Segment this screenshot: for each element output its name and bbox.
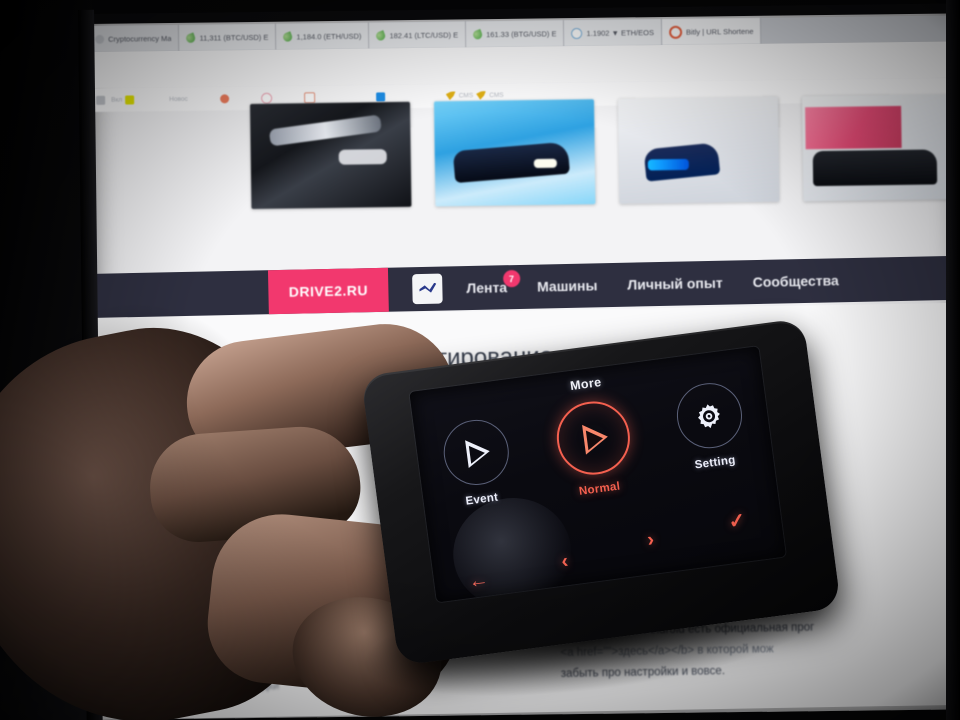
gear-icon bbox=[692, 399, 726, 433]
tab-title: 1,184.0 (ETH/USD) bbox=[296, 31, 362, 41]
dashcam-device[interactable]: More Event Normal Setting ← ‹ › ✓ bbox=[360, 318, 842, 666]
nav-link-lenta[interactable]: Лента 7 bbox=[466, 269, 521, 297]
bookmark-item[interactable] bbox=[125, 94, 137, 105]
browser-tab[interactable]: 1.1902 ▼ ETH/EOS bbox=[564, 18, 663, 47]
notification-badge: 7 bbox=[502, 269, 521, 288]
mode-label: Event bbox=[464, 491, 500, 508]
nav-link-label: Лента bbox=[466, 279, 508, 297]
tab-favicon-icon bbox=[282, 30, 294, 43]
nav-link-label: Сообщества bbox=[752, 272, 839, 291]
bookmark-item[interactable]: CMS bbox=[446, 91, 474, 100]
bookmark-icon bbox=[303, 91, 315, 103]
nav-link-label: Машины bbox=[536, 277, 598, 295]
nav-link-soobshchestva[interactable]: Сообщества bbox=[752, 272, 838, 290]
normal-button[interactable] bbox=[551, 397, 634, 480]
play-outline-icon bbox=[465, 436, 492, 468]
tab-favicon-icon bbox=[471, 28, 484, 41]
nav-link-label: Личный опыт bbox=[627, 274, 723, 293]
bookmark-label: Вкл bbox=[111, 96, 123, 104]
mode-label: Setting bbox=[694, 454, 737, 472]
site-nav-links[interactable]: Лента 7 Машины Личный опыт Сообщества bbox=[466, 269, 839, 297]
mode-label: Normal bbox=[578, 480, 621, 498]
monitor-right-edge bbox=[946, 0, 960, 720]
browser-tab[interactable]: 161.33 (BTG/USD) E bbox=[465, 20, 565, 48]
nav-link-mashiny[interactable]: Машины bbox=[537, 277, 598, 294]
play-filled-icon bbox=[581, 421, 610, 455]
bookmark-item[interactable]: Вкл bbox=[111, 96, 122, 103]
browser-tab[interactable]: Cryptocurrency Ma bbox=[88, 24, 180, 52]
thumbnail-image[interactable] bbox=[617, 96, 780, 204]
tab-favicon-icon bbox=[375, 29, 387, 42]
site-logo-text: DRIVE2.RU bbox=[288, 282, 369, 300]
thumbnail-image[interactable] bbox=[433, 99, 596, 207]
tab-favicon-icon bbox=[185, 31, 197, 44]
photo-scene: Cryptocurrency Ma 11,311 (BTC/USD) E 1,1… bbox=[0, 0, 960, 720]
browser-tab[interactable]: Bitly | URL Shortene bbox=[661, 17, 762, 45]
mode-option-normal[interactable]: Normal bbox=[541, 396, 648, 502]
bookmark-icon bbox=[446, 91, 456, 100]
tab-favicon-icon bbox=[571, 27, 583, 39]
thumbnail-image[interactable] bbox=[250, 101, 412, 209]
bookmark-item[interactable] bbox=[303, 91, 315, 103]
bookmark-item[interactable]: Новос bbox=[169, 95, 188, 102]
tab-title: 1.1902 ▼ ETH/EOS bbox=[586, 27, 655, 38]
nav-link-lichny-opyt[interactable]: Личный опыт bbox=[627, 275, 723, 293]
browser-tab[interactable]: 1,184.0 (ETH/USD) bbox=[276, 22, 370, 50]
device-screen[interactable]: More Event Normal Setting ← ‹ › ✓ bbox=[409, 346, 786, 603]
mode-option-setting[interactable]: Setting bbox=[657, 377, 763, 475]
back-arrow-icon[interactable]: ← bbox=[433, 564, 523, 598]
tab-title: 182.41 (LTC/USD) E bbox=[389, 29, 459, 40]
site-activity-icon[interactable] bbox=[412, 273, 443, 305]
bookmark-item[interactable]: CMS bbox=[476, 90, 504, 99]
tab-favicon-icon bbox=[668, 25, 683, 39]
setting-button[interactable] bbox=[672, 379, 746, 453]
bookmark-icon bbox=[476, 91, 486, 100]
tab-title: Cryptocurrency Ma bbox=[108, 33, 172, 44]
tab-favicon-icon bbox=[95, 34, 105, 44]
bookmark-icon bbox=[219, 93, 229, 103]
browser-tab[interactable]: 11,311 (BTC/USD) E bbox=[179, 23, 277, 51]
tab-title: 161.33 (BTG/USD) E bbox=[486, 28, 557, 39]
event-button[interactable] bbox=[439, 416, 513, 489]
chevron-left-icon[interactable]: ‹ bbox=[520, 544, 610, 578]
bookmark-label: Новос bbox=[169, 95, 188, 103]
mode-option-event[interactable]: Event bbox=[424, 414, 530, 512]
chevron-right-icon[interactable]: › bbox=[606, 523, 696, 557]
photo-thumbnail-strip[interactable] bbox=[250, 94, 960, 226]
bookmark-icon bbox=[96, 95, 106, 105]
bookmark-item[interactable] bbox=[96, 95, 108, 105]
bookmark-item[interactable] bbox=[260, 92, 272, 104]
bookmark-label: CMS bbox=[458, 91, 474, 99]
bookmark-icon bbox=[125, 94, 135, 105]
bookmark-item[interactable] bbox=[219, 93, 229, 103]
bookmark-item[interactable] bbox=[375, 91, 385, 101]
tab-title: 11,311 (BTC/USD) E bbox=[199, 32, 269, 43]
tab-title: Bitly | URL Shortene bbox=[685, 26, 754, 37]
thumbnail-image[interactable] bbox=[801, 94, 960, 202]
bookmark-label: CMS bbox=[489, 91, 504, 99]
browser-tab[interactable]: 182.41 (LTC/USD) E bbox=[369, 21, 467, 49]
bookmark-icon bbox=[260, 92, 272, 104]
bookmark-icon bbox=[375, 91, 385, 101]
